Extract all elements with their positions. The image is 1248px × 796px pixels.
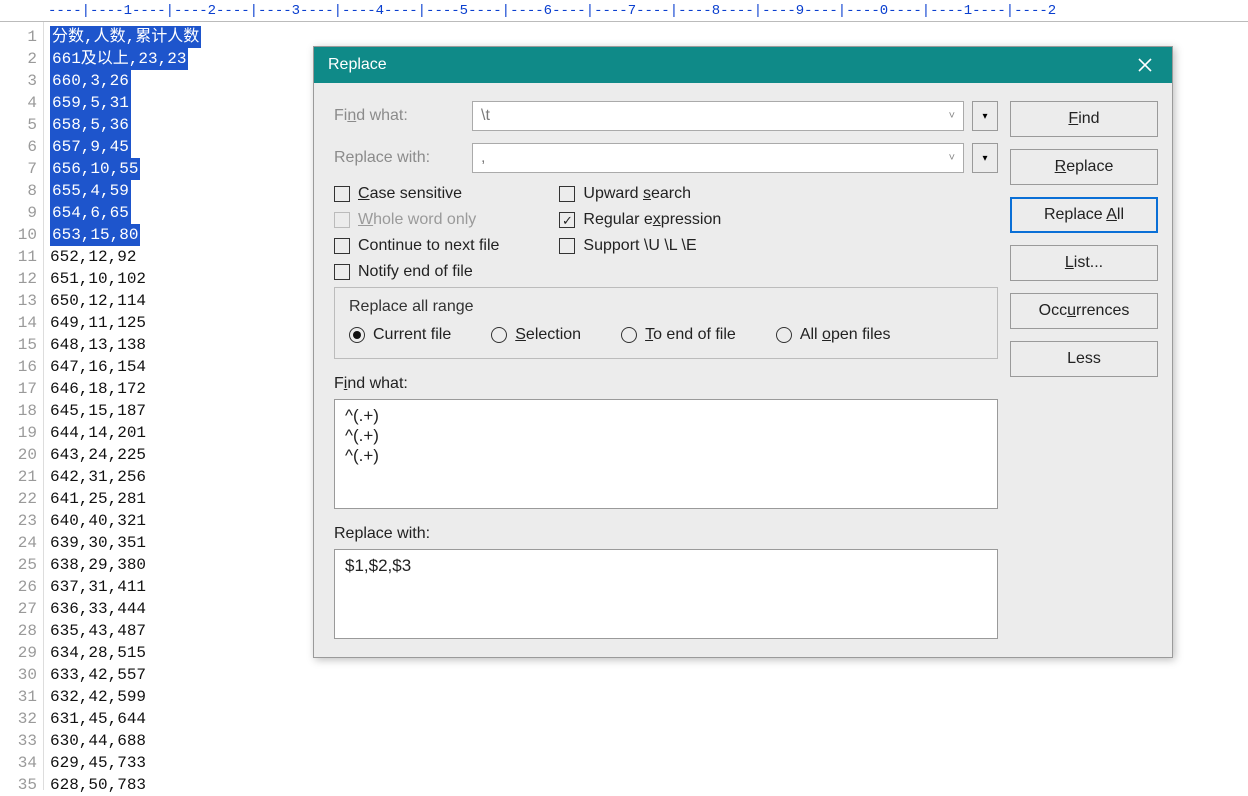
find-what-value: \t [481, 107, 490, 125]
line-number: 24 [0, 532, 37, 554]
code-line[interactable]: 631,45,644 [50, 708, 1248, 730]
line-number: 12 [0, 268, 37, 290]
line-number: 16 [0, 356, 37, 378]
dialog-titlebar: Replace [314, 47, 1172, 83]
line-number: 14 [0, 312, 37, 334]
code-line[interactable]: 630,44,688 [50, 730, 1248, 752]
line-number: 21 [0, 466, 37, 488]
multi-find-label: Find what: [334, 375, 998, 393]
line-number: 15 [0, 334, 37, 356]
replace-dialog: Replace Find what: \t ˅ ▾ Replace with: … [313, 46, 1173, 658]
radio-all-open-files[interactable]: All open files [776, 326, 891, 344]
line-number: 29 [0, 642, 37, 664]
line-number: 10 [0, 224, 37, 246]
multi-replace-label: Replace with: [334, 525, 998, 543]
line-number: 3 [0, 70, 37, 92]
code-line[interactable]: 分数,人数,累计人数 [50, 26, 1248, 48]
less-button[interactable]: Less [1010, 341, 1158, 377]
line-number: 35 [0, 774, 37, 796]
find-button[interactable]: Find [1010, 101, 1158, 137]
line-number: 26 [0, 576, 37, 598]
chevron-down-icon: ˅ [949, 110, 955, 122]
code-line[interactable]: 629,45,733 [50, 752, 1248, 774]
line-number: 30 [0, 664, 37, 686]
line-number: 7 [0, 158, 37, 180]
line-number: 31 [0, 686, 37, 708]
replace-with-dropdown-button[interactable]: ▾ [972, 143, 998, 173]
list-button[interactable]: List... [1010, 245, 1158, 281]
close-button[interactable] [1132, 52, 1158, 78]
support-ule-checkbox[interactable]: Support \U \L \E [559, 237, 721, 255]
find-what-dropdown-button[interactable]: ▾ [972, 101, 998, 131]
line-number: 5 [0, 114, 37, 136]
line-number: 32 [0, 708, 37, 730]
occurrences-button[interactable]: Occurrences [1010, 293, 1158, 329]
line-number: 33 [0, 730, 37, 752]
continue-next-file-checkbox[interactable]: Continue to next file [334, 237, 499, 255]
replace-all-range-group: Replace all range Current file Selection… [334, 287, 998, 359]
line-number: 6 [0, 136, 37, 158]
line-number: 8 [0, 180, 37, 202]
line-number: 11 [0, 246, 37, 268]
close-icon [1138, 58, 1152, 72]
replace-button[interactable]: Replace [1010, 149, 1158, 185]
line-number: 23 [0, 510, 37, 532]
line-number: 34 [0, 752, 37, 774]
line-number: 9 [0, 202, 37, 224]
line-number-gutter: 1234567891011121314151617181920212223242… [0, 22, 44, 790]
dialog-title: Replace [328, 56, 387, 74]
line-number: 19 [0, 422, 37, 444]
radio-current-file[interactable]: Current file [349, 326, 451, 344]
code-line[interactable]: 632,42,599 [50, 686, 1248, 708]
radio-selection[interactable]: Selection [491, 326, 581, 344]
line-number: 13 [0, 290, 37, 312]
chevron-down-icon: ˅ [949, 152, 955, 164]
find-what-label: Find what: [334, 107, 464, 125]
line-number: 18 [0, 400, 37, 422]
replace-all-button[interactable]: Replace All [1010, 197, 1158, 233]
line-number: 22 [0, 488, 37, 510]
radio-to-end-of-file[interactable]: To end of file [621, 326, 736, 344]
line-number: 1 [0, 26, 37, 48]
replace-with-input[interactable]: , ˅ [472, 143, 964, 173]
ruler: ----|----1----|----2----|----3----|----4… [0, 0, 1248, 22]
line-number: 25 [0, 554, 37, 576]
line-number: 4 [0, 92, 37, 114]
whole-word-checkbox: Whole word only [334, 211, 499, 229]
notify-eof-checkbox[interactable]: Notify end of file [334, 263, 499, 281]
code-line[interactable]: 628,50,783 [50, 774, 1248, 796]
line-number: 28 [0, 620, 37, 642]
multi-find-input[interactable]: ^(.+) ^(.+) ^(.+) [334, 399, 998, 509]
upward-search-checkbox[interactable]: Upward search [559, 185, 721, 203]
line-number: 27 [0, 598, 37, 620]
multi-replace-input[interactable]: $1,$2,$3 [334, 549, 998, 639]
line-number: 2 [0, 48, 37, 70]
regex-checkbox[interactable]: ✓Regular expression [559, 211, 721, 229]
line-number: 17 [0, 378, 37, 400]
replace-with-value: , [481, 149, 485, 167]
group-title: Replace all range [349, 298, 983, 316]
replace-with-label: Replace with: [334, 149, 464, 167]
find-what-input[interactable]: \t ˅ [472, 101, 964, 131]
line-number: 20 [0, 444, 37, 466]
case-sensitive-checkbox[interactable]: Case sensitive [334, 185, 499, 203]
code-line[interactable]: 633,42,557 [50, 664, 1248, 686]
